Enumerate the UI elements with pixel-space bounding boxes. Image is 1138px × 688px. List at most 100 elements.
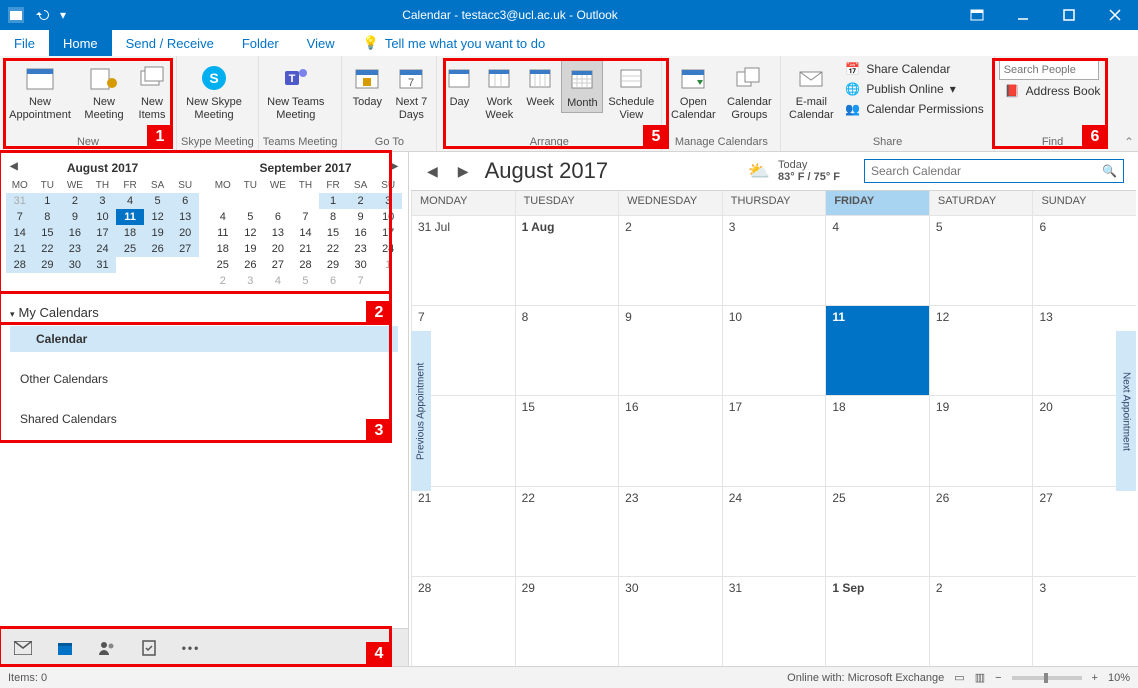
day-cell[interactable]: 19 bbox=[929, 396, 1033, 485]
minical-day[interactable]: 4 bbox=[209, 209, 237, 225]
minical-day[interactable] bbox=[209, 193, 237, 209]
tab-send-receive[interactable]: Send / Receive bbox=[112, 30, 228, 56]
minical-day[interactable]: 31 bbox=[89, 257, 117, 273]
minical-day[interactable] bbox=[237, 193, 265, 209]
day-cell[interactable]: 28 bbox=[411, 577, 515, 666]
minical-day[interactable]: 30 bbox=[61, 257, 89, 273]
minical-day[interactable]: 7 bbox=[6, 209, 34, 225]
day-cell[interactable]: 4 bbox=[825, 216, 929, 305]
weather[interactable]: ⛅ Today83° F / 75° F bbox=[748, 159, 840, 183]
open-calendar-button[interactable]: Open Calendar bbox=[666, 60, 720, 123]
minical-day[interactable] bbox=[116, 257, 144, 273]
day-cell[interactable]: 31 bbox=[722, 577, 826, 666]
minical-day[interactable]: 25 bbox=[116, 241, 144, 257]
next-appointment-tab[interactable]: Next Appointment bbox=[1116, 331, 1136, 491]
minical-day[interactable]: 17 bbox=[374, 225, 402, 241]
view-reading-icon[interactable]: ▥ bbox=[975, 671, 985, 684]
tell-me[interactable]: 💡 Tell me what you want to do bbox=[349, 30, 546, 56]
day-cell[interactable]: 2 bbox=[929, 577, 1033, 666]
minical-day[interactable]: 6 bbox=[319, 273, 347, 289]
day-cell[interactable]: 12 bbox=[929, 306, 1033, 395]
minical-day[interactable]: 10 bbox=[374, 209, 402, 225]
day-cell[interactable]: 15 bbox=[515, 396, 619, 485]
minical-day[interactable]: 25 bbox=[209, 257, 237, 273]
search-icon[interactable]: 🔍 bbox=[1102, 164, 1117, 178]
minical-day[interactable]: 17 bbox=[89, 225, 117, 241]
minical-day[interactable]: 24 bbox=[89, 241, 117, 257]
search-people-input[interactable] bbox=[999, 60, 1099, 80]
minical-day[interactable]: 6 bbox=[264, 209, 292, 225]
minical-day[interactable]: 16 bbox=[61, 225, 89, 241]
day-cell[interactable]: 5 bbox=[929, 216, 1033, 305]
day-cell[interactable]: 25 bbox=[825, 487, 929, 576]
day-cell[interactable]: 29 bbox=[515, 577, 619, 666]
minical-day[interactable]: 23 bbox=[61, 241, 89, 257]
schedule-view-button[interactable]: Schedule View bbox=[605, 60, 657, 123]
more-icon[interactable]: ••• bbox=[182, 639, 200, 657]
tab-folder[interactable]: Folder bbox=[228, 30, 293, 56]
minical-day[interactable]: 15 bbox=[34, 225, 62, 241]
my-calendars-header[interactable]: My Calendars bbox=[10, 299, 398, 326]
calendar-item-selected[interactable]: Calendar bbox=[10, 326, 398, 352]
day-cell[interactable]: 21 bbox=[411, 487, 515, 576]
minical-day[interactable]: 12 bbox=[144, 209, 172, 225]
minical-day[interactable]: 9 bbox=[347, 209, 375, 225]
minical-day[interactable]: 1 bbox=[374, 257, 402, 273]
day-cell[interactable]: 1 Aug bbox=[515, 216, 619, 305]
minical-day[interactable]: 9 bbox=[61, 209, 89, 225]
email-calendar-button[interactable]: E-mail Calendar bbox=[785, 60, 837, 123]
minical-day[interactable]: 12 bbox=[237, 225, 265, 241]
minical-day[interactable]: 11 bbox=[116, 209, 144, 225]
day-cell[interactable]: 16 bbox=[618, 396, 722, 485]
minical-day[interactable]: 3 bbox=[237, 273, 265, 289]
minical-day[interactable]: 26 bbox=[144, 241, 172, 257]
minical-day[interactable]: 10 bbox=[89, 209, 117, 225]
zoom-out-icon[interactable]: − bbox=[995, 672, 1001, 684]
day-view-button[interactable]: Day bbox=[441, 60, 477, 111]
minical-day[interactable]: 1 bbox=[34, 193, 62, 209]
calendar-groups-button[interactable]: Calendar Groups bbox=[722, 60, 776, 123]
day-cell[interactable]: 3 bbox=[722, 216, 826, 305]
minical-day[interactable] bbox=[171, 257, 199, 273]
minical-day[interactable]: 5 bbox=[292, 273, 320, 289]
minical-day[interactable]: 27 bbox=[171, 241, 199, 257]
minical-day[interactable]: 19 bbox=[144, 225, 172, 241]
minical-day[interactable]: 26 bbox=[237, 257, 265, 273]
new-teams-meeting-button[interactable]: TNew Teams Meeting bbox=[263, 60, 329, 123]
minical-day[interactable]: 2 bbox=[347, 193, 375, 209]
day-cell[interactable]: 1 Sep bbox=[825, 577, 929, 666]
day-cell[interactable]: 23 bbox=[618, 487, 722, 576]
minical-next-icon[interactable]: ▶ bbox=[390, 161, 398, 172]
minical2-table[interactable]: MOTUWETHFRSASU12345678910111213141516171… bbox=[209, 178, 402, 289]
minical-day[interactable]: 22 bbox=[319, 241, 347, 257]
day-cell[interactable]: 9 bbox=[618, 306, 722, 395]
cal-next-icon[interactable]: ▶ bbox=[454, 163, 473, 180]
minical-day[interactable]: 8 bbox=[319, 209, 347, 225]
minical-day[interactable]: 11 bbox=[209, 225, 237, 241]
day-cell[interactable]: 30 bbox=[618, 577, 722, 666]
publish-online-button[interactable]: 🌐Publish Online ▾ bbox=[839, 80, 989, 98]
minical-day[interactable]: 3 bbox=[374, 193, 402, 209]
day-cell[interactable]: 24 bbox=[722, 487, 826, 576]
day-cell[interactable]: 11 bbox=[825, 306, 929, 395]
minical-day[interactable]: 29 bbox=[319, 257, 347, 273]
minical1-table[interactable]: MOTUWETHFRSASU31123456789101112131415161… bbox=[6, 178, 199, 273]
new-items-button[interactable]: New Items bbox=[132, 60, 172, 123]
minical-day[interactable]: 28 bbox=[292, 257, 320, 273]
tab-view[interactable]: View bbox=[293, 30, 349, 56]
minical-day[interactable]: 18 bbox=[116, 225, 144, 241]
day-cell[interactable]: 10 bbox=[722, 306, 826, 395]
minical-day[interactable]: 14 bbox=[292, 225, 320, 241]
tab-home[interactable]: Home bbox=[49, 30, 112, 56]
tasks-icon[interactable] bbox=[140, 639, 158, 657]
calendar-nav-icon[interactable] bbox=[56, 639, 74, 657]
minical-day[interactable]: 13 bbox=[171, 209, 199, 225]
minical-day[interactable]: 18 bbox=[209, 241, 237, 257]
day-cell[interactable]: 3 bbox=[1032, 577, 1136, 666]
minical-day[interactable]: 2 bbox=[209, 273, 237, 289]
new-appointment-button[interactable]: New Appointment bbox=[4, 60, 76, 123]
minical-day[interactable] bbox=[292, 193, 320, 209]
tab-file[interactable]: File bbox=[0, 30, 49, 56]
mail-icon[interactable] bbox=[14, 639, 32, 657]
day-cell[interactable]: 2 bbox=[618, 216, 722, 305]
